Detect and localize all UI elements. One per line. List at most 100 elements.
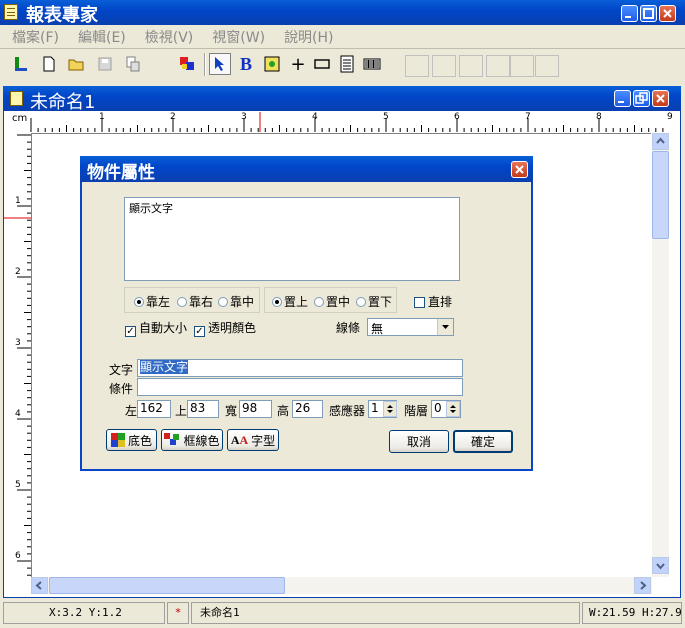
app-icon (4, 4, 18, 20)
border-color-button[interactable]: 框線色 (161, 429, 223, 451)
toolbar-separator (204, 53, 206, 76)
text-input-value: 顯示文字 (140, 360, 189, 374)
height-label: 高 (277, 404, 290, 418)
ruler-number-top: 5 (383, 112, 389, 122)
menu-help[interactable]: 說明(H) (284, 27, 333, 47)
cancel-button[interactable]: 取消 (389, 430, 449, 453)
border-color-icon (164, 433, 180, 445)
ruler-number-top: 4 (312, 112, 318, 122)
ruler-number-left: 4 (15, 409, 21, 419)
ok-button[interactable]: 確定 (453, 430, 513, 453)
status-page-size: W:21.59 H:27.94 (582, 602, 682, 624)
left-input[interactable]: 162 (137, 400, 171, 418)
doc-title: 未命名1 (30, 92, 96, 113)
align-right-button[interactable] (432, 55, 456, 77)
ruler-number-top: 9 (667, 112, 673, 122)
scroll-left-button[interactable] (31, 577, 48, 594)
doc-minimize-button[interactable] (614, 90, 631, 107)
sensor-spinner[interactable] (383, 401, 397, 417)
layer-spinner[interactable] (446, 401, 460, 417)
maximize-button[interactable] (640, 5, 657, 22)
ruler-number-top: 1 (99, 112, 105, 122)
vertical-scroll-thumb[interactable] (652, 151, 669, 239)
menu-window[interactable]: 視窗(W) (212, 27, 265, 47)
scroll-right-button[interactable] (634, 577, 651, 594)
image-icon[interactable] (261, 53, 283, 75)
text-label: 文字 (109, 363, 134, 377)
line-select[interactable]: 無 (367, 318, 454, 336)
radio-valign-middle[interactable]: 置中 (314, 293, 350, 310)
line-tool-icon[interactable]: + (287, 53, 309, 75)
vertical-text-checkbox[interactable]: 直排 (414, 293, 452, 310)
doc-close-button[interactable] (652, 90, 669, 107)
radio-valign-top[interactable]: 置上 (272, 293, 308, 310)
chevron-down-icon[interactable] (437, 319, 453, 335)
width-input[interactable]: 98 (239, 400, 272, 418)
ruler-number-top: 6 (454, 112, 460, 122)
save-icon[interactable] (94, 53, 116, 75)
font-button[interactable]: AA 字型 (227, 429, 279, 451)
bold-text-icon[interactable]: B (235, 53, 257, 75)
condition-input[interactable] (137, 378, 463, 396)
doc-maximize-button[interactable] (633, 90, 650, 107)
menu-view[interactable]: 檢視(V) (145, 27, 194, 47)
text-input[interactable]: 顯示文字 (137, 359, 463, 377)
scroll-up-button[interactable] (652, 133, 669, 150)
line-label: 線條 (336, 321, 361, 335)
ruler-number-top: 2 (170, 112, 176, 122)
minimize-button[interactable] (621, 5, 638, 22)
app-title-bar (0, 0, 685, 25)
auto-size-checkbox[interactable]: ✓ 自動大小 (125, 319, 187, 337)
dialog-close-button[interactable] (511, 161, 528, 178)
radio-valign-bottom[interactable]: 置下 (356, 293, 392, 310)
close-button[interactable] (659, 5, 676, 22)
new-file-icon[interactable] (38, 53, 60, 75)
top-input[interactable]: 83 (187, 400, 219, 418)
ruler-number-left: 3 (15, 338, 21, 348)
ruler-corner-unit: cm (12, 113, 28, 124)
top-ruler (30, 112, 664, 132)
align-top-button[interactable] (459, 55, 483, 77)
font-icon: AA (230, 432, 249, 447)
layer-label: 階層 (404, 404, 429, 418)
dialog-title: 物件屬性 (87, 163, 155, 183)
page-left-margin (31, 134, 32, 578)
doc-title-bar (3, 86, 681, 111)
align-middle-button[interactable] (535, 55, 559, 77)
print-preview-icon[interactable] (122, 53, 144, 75)
barcode-icon[interactable] (361, 53, 383, 75)
align-left-button[interactable] (405, 55, 429, 77)
ruler-number-top: 3 (241, 112, 247, 122)
pointer-icon[interactable] (209, 53, 231, 75)
display-text-area[interactable]: 顯示文字 (124, 197, 460, 281)
menu-file[interactable]: 檔案(F) (12, 27, 59, 47)
page-top-margin (31, 133, 651, 134)
radio-align-center[interactable]: 靠中 (218, 293, 254, 310)
height-input[interactable]: 26 (292, 400, 323, 418)
scroll-down-button[interactable] (652, 557, 669, 574)
ruler-number-top: 7 (525, 112, 531, 122)
ruler-number-left: 1 (15, 196, 21, 206)
sensor-label: 感應器 (329, 404, 366, 418)
rectangle-tool-icon[interactable] (311, 53, 333, 75)
width-label: 寬 (225, 404, 238, 418)
transparent-checkbox[interactable]: ✓ 透明顏色 (194, 319, 256, 337)
align-center-button[interactable] (510, 55, 534, 77)
condition-label: 條件 (109, 382, 134, 396)
horizontal-scroll-thumb[interactable] (49, 577, 285, 594)
ruler-number-left: 5 (15, 480, 21, 490)
text-block-icon[interactable] (336, 53, 358, 75)
open-folder-icon[interactable] (66, 53, 88, 75)
bgcolor-button[interactable]: 底色 (106, 429, 157, 451)
radio-align-left[interactable]: 靠左 (134, 293, 170, 310)
status-modified: * (167, 602, 189, 624)
align-bottom-button[interactable] (486, 55, 510, 77)
top-label: 上 (175, 404, 188, 418)
app-title: 報表專家 (26, 5, 98, 26)
menu-bar: 檔案(F) 編輯(E) 檢視(V) 視窗(W) 說明(H) (12, 27, 353, 47)
radio-align-right[interactable]: 靠右 (177, 293, 213, 310)
left-label: 左 (125, 404, 138, 418)
color-icon[interactable] (176, 53, 198, 75)
menu-edit[interactable]: 編輯(E) (78, 27, 126, 47)
exit-icon[interactable] (10, 53, 32, 75)
